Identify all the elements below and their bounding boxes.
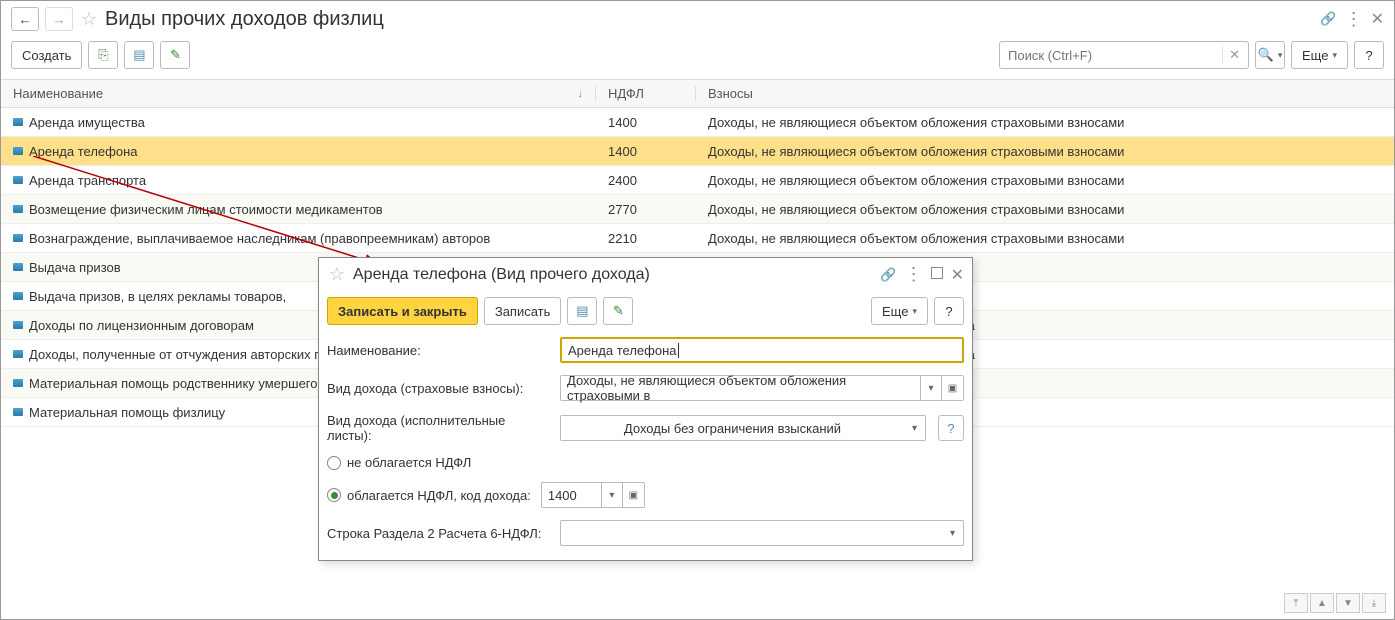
nav-up-button[interactable]: ▲	[1310, 593, 1334, 613]
nav-footer: ⤒ ▲ ▼ ⤓	[1284, 593, 1386, 613]
name-input[interactable]: Аренда телефона	[560, 337, 964, 363]
row-icon	[13, 263, 23, 271]
list-button[interactable]: ▤	[124, 41, 154, 69]
dialog-title: Аренда телефона (Вид прочего дохода)	[353, 266, 650, 284]
more-button[interactable]: Еще▾	[1291, 41, 1348, 69]
text-cursor	[678, 343, 679, 358]
row-icon	[13, 147, 23, 155]
dropdown-button[interactable]: ▾	[942, 520, 964, 546]
vznos-type-select[interactable]: Доходы, не являющиеся объектом обложения…	[560, 375, 920, 401]
create-button[interactable]: Создать	[11, 41, 82, 69]
close-icon[interactable]: ✕	[951, 265, 964, 285]
favorite-star-icon[interactable]: ☆	[327, 265, 347, 285]
magnifier-icon: 🔍	[1258, 47, 1274, 63]
save-and-close-button[interactable]: Записать и закрыть	[327, 297, 478, 325]
chevron-down-icon: ▾	[1332, 50, 1337, 61]
section6-select[interactable]	[560, 520, 942, 546]
row-icon	[13, 234, 23, 242]
row-icon	[13, 408, 23, 416]
isp-type-label: Вид дохода (исполнительные листы):	[327, 413, 552, 443]
search-button[interactable]: 🔍▾	[1255, 41, 1285, 69]
row-icon	[13, 379, 23, 387]
maximize-icon[interactable]	[931, 267, 943, 282]
name-label: Наименование:	[327, 343, 552, 358]
row-icon	[13, 321, 23, 329]
open-button[interactable]: ▣	[942, 375, 964, 401]
more-button[interactable]: Еще▾	[871, 297, 928, 325]
pencil-icon: ✎	[613, 303, 624, 319]
column-header-ndfl[interactable]: НДФЛ	[596, 86, 696, 101]
dropdown-button[interactable]: ▾	[920, 375, 942, 401]
column-header-name[interactable]: Наименование↓	[1, 86, 596, 101]
list-button[interactable]: ▤	[567, 297, 597, 325]
table-row[interactable]: Аренда телефона1400Доходы, не являющиеся…	[1, 137, 1394, 166]
table-row[interactable]: Аренда имущества1400Доходы, не являющиес…	[1, 108, 1394, 137]
edit-dialog: ☆ Аренда телефона (Вид прочего дохода) 🔗…	[318, 257, 973, 561]
chevron-down-icon: ▾	[912, 306, 917, 317]
nav-last-button[interactable]: ⤓	[1362, 593, 1386, 613]
table-row[interactable]: Возмещение физическим лицам стоимости ме…	[1, 195, 1394, 224]
sort-down-icon: ↓	[578, 88, 584, 100]
radio-no-ndfl[interactable]	[327, 456, 341, 470]
help-button[interactable]: ?	[934, 297, 964, 325]
link-icon[interactable]: 🔗	[1320, 11, 1336, 27]
search-input-wrapper[interactable]: ✕	[999, 41, 1249, 69]
help-button[interactable]: ?	[1354, 41, 1384, 69]
field-help-button[interactable]: ?	[938, 415, 964, 441]
table-row[interactable]: Аренда транспорта2400Доходы, не являющие…	[1, 166, 1394, 195]
search-input[interactable]	[1008, 48, 1222, 63]
link-icon[interactable]: 🔗	[880, 267, 896, 283]
row-icon	[13, 118, 23, 126]
ndfl-code-input[interactable]: 1400	[541, 482, 601, 508]
row-icon	[13, 205, 23, 213]
nav-down-button[interactable]: ▼	[1336, 593, 1360, 613]
nav-back-button[interactable]: ←	[11, 7, 39, 31]
dropdown-button[interactable]: ▾	[601, 482, 623, 508]
save-button[interactable]: Записать	[484, 297, 562, 325]
list-icon: ▤	[576, 303, 588, 319]
search-clear-icon[interactable]: ✕	[1222, 47, 1240, 63]
edit-button[interactable]: ✎	[160, 41, 190, 69]
section6-label: Строка Раздела 2 Расчета 6-НДФЛ:	[327, 526, 552, 541]
nav-first-button[interactable]: ⤒	[1284, 593, 1308, 613]
nav-forward-button[interactable]: →	[45, 7, 73, 31]
column-header-vznos[interactable]: Взносы	[696, 86, 1394, 101]
kebab-menu-icon[interactable]: ⋮	[1345, 9, 1363, 30]
open-button[interactable]: ▣	[623, 482, 645, 508]
radio-ndfl[interactable]	[327, 488, 341, 502]
copy-icon: ⎘	[98, 47, 108, 63]
row-icon	[13, 350, 23, 358]
close-icon[interactable]: ✕	[1371, 9, 1384, 29]
dropdown-button[interactable]: ▾	[904, 415, 926, 441]
row-icon	[13, 176, 23, 184]
list-icon: ▤	[133, 47, 145, 63]
favorite-star-icon[interactable]: ☆	[79, 9, 99, 29]
chevron-down-icon: ▾	[1278, 50, 1283, 61]
kebab-menu-icon[interactable]: ⋮	[905, 264, 923, 285]
radio-ndfl-label: облагается НДФЛ, код дохода:	[347, 488, 531, 503]
pencil-icon: ✎	[170, 47, 181, 63]
copy-button[interactable]: ⎘	[88, 41, 118, 69]
row-icon	[13, 292, 23, 300]
isp-type-select[interactable]: Доходы без ограничения взысканий	[560, 415, 904, 441]
radio-no-ndfl-label: не облагается НДФЛ	[347, 455, 471, 470]
vznos-type-label: Вид дохода (страховые взносы):	[327, 381, 552, 396]
table-row[interactable]: Вознаграждение, выплачиваемое наследника…	[1, 224, 1394, 253]
page-title: Виды прочих доходов физлиц	[105, 8, 384, 31]
edit-button[interactable]: ✎	[603, 297, 633, 325]
